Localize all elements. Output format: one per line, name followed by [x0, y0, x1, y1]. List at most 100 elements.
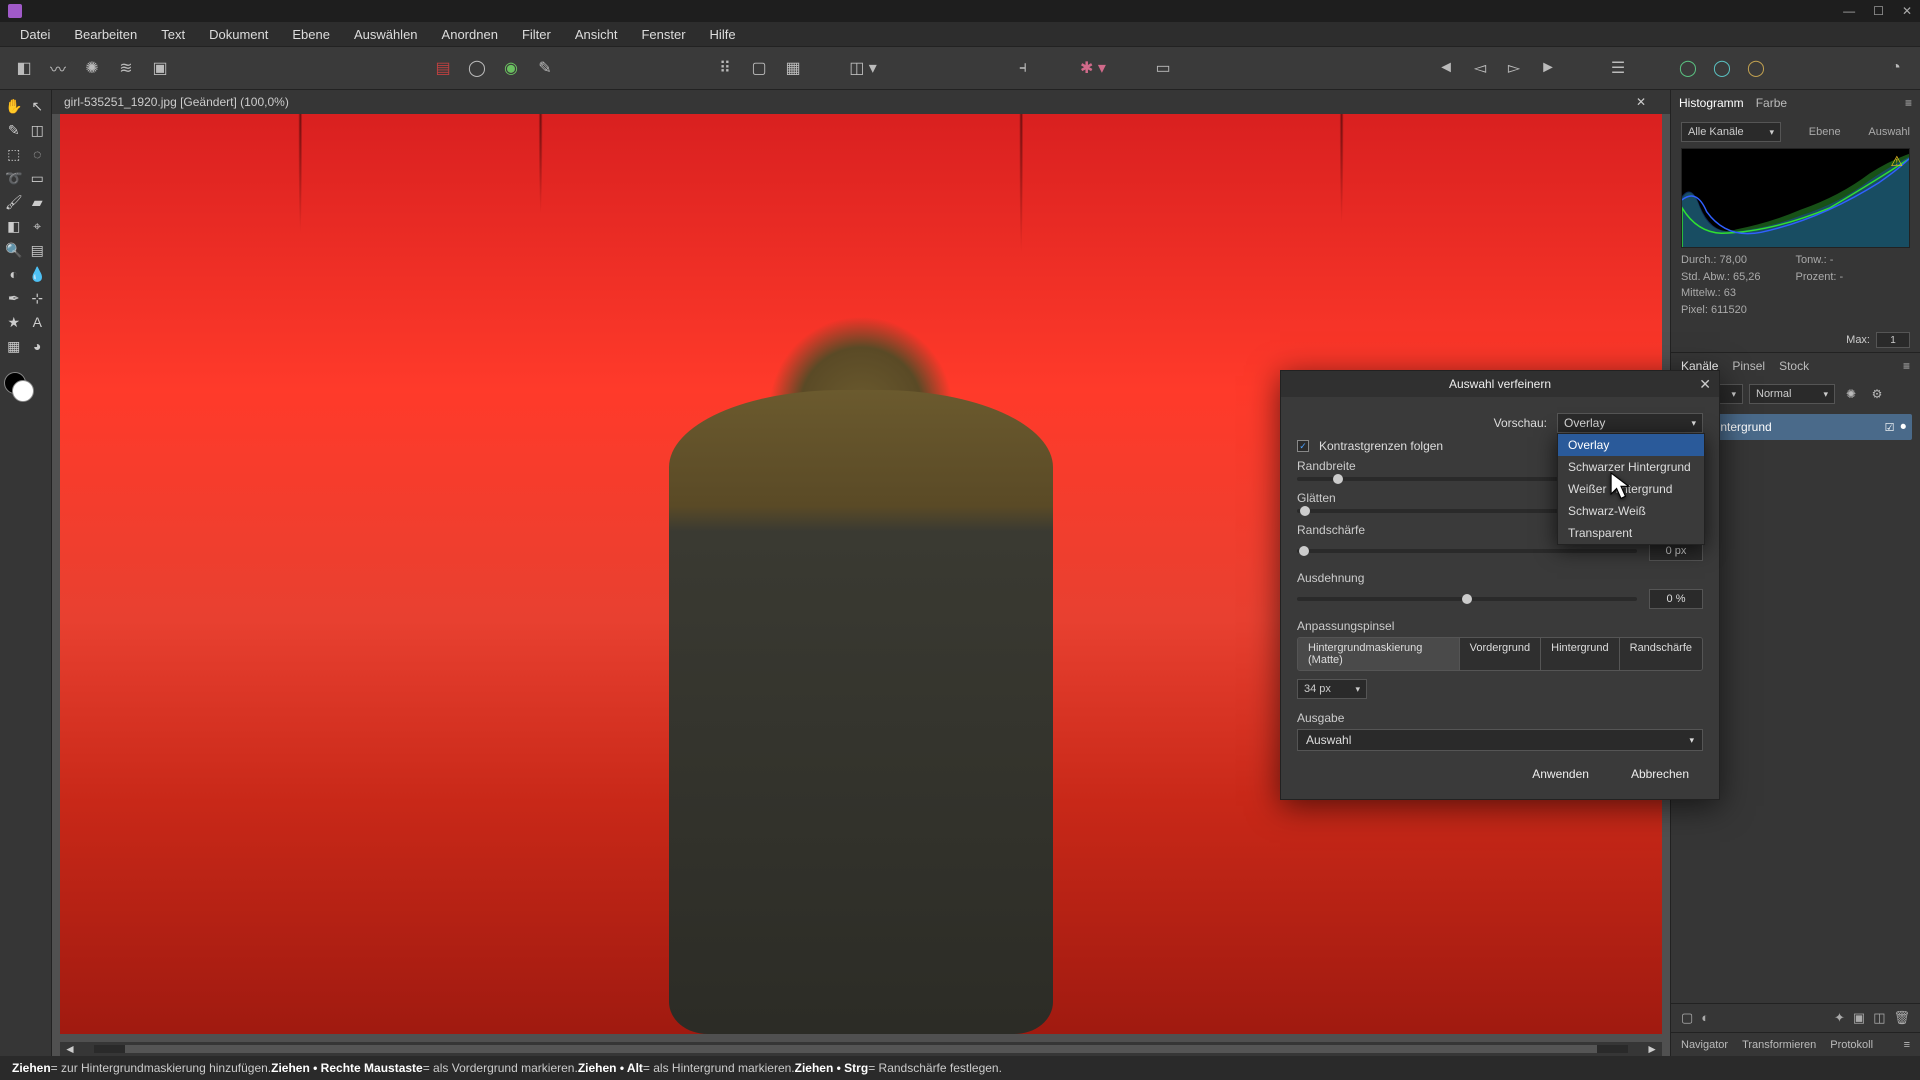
menu-dokument[interactable]: Dokument: [197, 22, 280, 46]
smudge-tool-icon[interactable]: ◕: [28, 336, 48, 356]
fill-tool-icon[interactable]: ▰: [28, 192, 48, 212]
persona-develop-icon[interactable]: ✺: [78, 54, 106, 82]
output-select[interactable]: Auswahl: [1297, 729, 1703, 751]
layers-mask-icon[interactable]: ▢: [1681, 1010, 1693, 1026]
layer-fx-icon[interactable]: ✺: [1841, 384, 1861, 404]
blendmode-select[interactable]: Normal: [1749, 384, 1835, 404]
layers-fx2-icon[interactable]: ✦: [1834, 1010, 1845, 1026]
menu-text[interactable]: Text: [149, 22, 197, 46]
text-tool-icon[interactable]: A: [28, 312, 48, 332]
document-tab[interactable]: girl-535251_1920.jpg [Geändert] (100,0%)…: [52, 90, 1670, 114]
lasso-tool-icon[interactable]: ➰: [4, 168, 24, 188]
dialog-close-icon[interactable]: ✕: [1699, 376, 1711, 393]
expand-value[interactable]: 0 %: [1649, 589, 1703, 609]
arrange-backward-icon[interactable]: ◅: [1466, 54, 1494, 82]
link-orange-icon[interactable]: ◯: [1742, 54, 1770, 82]
menu-ansicht[interactable]: Ansicht: [563, 22, 630, 46]
persona-photo-icon[interactable]: ◧: [10, 54, 38, 82]
max-value-input[interactable]: 1: [1876, 332, 1910, 348]
layers-add-icon[interactable]: ◫: [1873, 1010, 1885, 1026]
account-icon[interactable]: ◔: [1882, 54, 1910, 82]
layer-gear-icon[interactable]: ⚙: [1867, 384, 1887, 404]
tab-transformieren[interactable]: Transformieren: [1742, 1039, 1816, 1051]
pen-tool-icon[interactable]: ✒: [4, 288, 24, 308]
swatch-fill-icon[interactable]: ▤: [429, 54, 457, 82]
arrange-forward-icon[interactable]: ▻: [1500, 54, 1528, 82]
nav-menu-icon[interactable]: ≡: [1904, 1039, 1910, 1051]
menu-datei[interactable]: Datei: [8, 22, 62, 46]
persona-liquify-icon[interactable]: 〰: [44, 54, 72, 82]
mesh-tool-icon[interactable]: ▦: [4, 336, 24, 356]
erase-tool-icon[interactable]: ◧: [4, 216, 24, 236]
node-tool-icon[interactable]: ⊹: [28, 288, 48, 308]
layers-delete-icon[interactable]: 🗑: [1893, 1010, 1910, 1026]
tab-navigator[interactable]: Navigator: [1681, 1039, 1728, 1051]
layer-visible-icon[interactable]: ⏺: [1901, 421, 1907, 434]
tab-protokoll[interactable]: Protokoll: [1830, 1039, 1873, 1051]
colorpicker-tool-icon[interactable]: ✎: [4, 120, 24, 140]
clone-tool-icon[interactable]: ⌖: [28, 216, 48, 236]
dodge-tool-icon[interactable]: ◐: [4, 264, 24, 284]
brush-mode-foreground[interactable]: Vordergrund: [1460, 638, 1542, 670]
preview-select[interactable]: Overlay Overlay Schwarzer Hintergrund We…: [1557, 413, 1703, 433]
tab-histogramm[interactable]: Histogramm: [1679, 96, 1744, 110]
link-green-icon[interactable]: ◯: [1674, 54, 1702, 82]
preview-option-overlay[interactable]: Overlay: [1558, 434, 1704, 456]
preview-option-white-bg[interactable]: Weißer Hintergrund: [1558, 478, 1704, 500]
tab-pinsel[interactable]: Pinsel: [1732, 359, 1765, 373]
menu-auswaehlen[interactable]: Auswählen: [342, 22, 430, 46]
anchor-dropdown-icon[interactable]: ✱ ▾: [1079, 54, 1107, 82]
expand-slider[interactable]: [1297, 597, 1637, 601]
layers-adjust-icon[interactable]: ◐: [1701, 1010, 1709, 1026]
persona-tone-icon[interactable]: ≋: [112, 54, 140, 82]
tab-stock[interactable]: Stock: [1779, 359, 1809, 373]
window-maximize-button[interactable]: ☐: [1873, 4, 1884, 18]
cancel-button[interactable]: Abbrechen: [1617, 763, 1703, 785]
brush-size-select[interactable]: 34 px: [1297, 679, 1367, 699]
horizontal-scrollbar[interactable]: ◄►: [60, 1042, 1662, 1056]
window-minimize-button[interactable]: —: [1843, 4, 1855, 18]
link-cyan-icon[interactable]: ◯: [1708, 54, 1736, 82]
distribute-icon[interactable]: ☰: [1604, 54, 1632, 82]
menu-ebene[interactable]: Ebene: [280, 22, 342, 46]
brush-mode-background[interactable]: Hintergrund: [1541, 638, 1619, 670]
menu-fenster[interactable]: Fenster: [629, 22, 697, 46]
shape-tool-icon[interactable]: ★: [4, 312, 24, 332]
brush-mode-matte[interactable]: Hintergrundmaskierung (Matte): [1298, 638, 1460, 670]
channel-selector[interactable]: Alle Kanäle: [1681, 122, 1781, 142]
freehand-select-icon[interactable]: ◌: [28, 144, 48, 164]
color-swatches[interactable]: [4, 372, 36, 404]
layer-lock-icon[interactable]: ☑: [1885, 421, 1895, 434]
brush-mode-feather[interactable]: Randschärfe: [1620, 638, 1702, 670]
preview-option-bw[interactable]: Schwarz-Weiß: [1558, 500, 1704, 522]
grid-single-icon[interactable]: ▢: [745, 54, 773, 82]
burn-tool-icon[interactable]: 💧: [28, 264, 48, 284]
window-close-button[interactable]: ✕: [1902, 4, 1912, 18]
grid-dotted-icon[interactable]: ⠿: [711, 54, 739, 82]
crop-dropdown-icon[interactable]: ◫ ▾: [849, 54, 877, 82]
persona-export-icon[interactable]: ▣: [146, 54, 174, 82]
crop-tool-icon[interactable]: ◫: [28, 120, 48, 140]
gradient-tool-icon[interactable]: ▤: [28, 240, 48, 260]
menu-anordnen[interactable]: Anordnen: [430, 22, 510, 46]
zoom-tool-icon[interactable]: 🔍: [4, 240, 24, 260]
apply-button[interactable]: Anwenden: [1518, 763, 1603, 785]
layers-group-icon[interactable]: ▣: [1853, 1010, 1865, 1026]
quickmask-icon[interactable]: ▭: [1149, 54, 1177, 82]
grid-multi-icon[interactable]: ▦: [779, 54, 807, 82]
arrange-back-icon[interactable]: ◄: [1432, 54, 1460, 82]
preview-option-black-bg[interactable]: Schwarzer Hintergrund: [1558, 456, 1704, 478]
selection-tool-icon[interactable]: ⬚: [4, 144, 24, 164]
tab-farbe[interactable]: Farbe: [1756, 96, 1787, 110]
hand-tool-icon[interactable]: ✋: [4, 96, 24, 116]
layers-menu-icon[interactable]: ≡: [1903, 359, 1910, 373]
menu-bearbeiten[interactable]: Bearbeiten: [62, 22, 149, 46]
eyedropper-icon[interactable]: ✎: [531, 54, 559, 82]
feather-slider[interactable]: [1297, 549, 1637, 553]
arrange-front-icon[interactable]: ►: [1534, 54, 1562, 82]
swatch-stroke-icon[interactable]: ◯: [463, 54, 491, 82]
preview-option-transparent[interactable]: Transparent: [1558, 522, 1704, 544]
panel-menu-icon[interactable]: ≡: [1905, 96, 1912, 110]
menu-hilfe[interactable]: Hilfe: [698, 22, 748, 46]
document-tab-close-icon[interactable]: ✕: [1636, 95, 1658, 109]
